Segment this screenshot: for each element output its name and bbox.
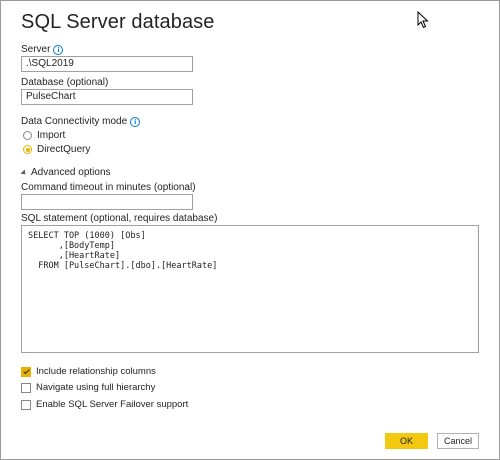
expand-triangle-icon <box>20 168 28 177</box>
ok-button[interactable]: OK <box>385 433 428 449</box>
radio-import-button[interactable] <box>23 131 32 140</box>
server-input[interactable]: .\SQL2019 <box>21 56 193 72</box>
advanced-options-label: Advanced options <box>31 167 111 178</box>
failover-option[interactable]: Enable SQL Server Failover support <box>21 399 188 410</box>
radio-import[interactable]: Import <box>23 130 65 141</box>
info-icon[interactable]: i <box>130 117 141 127</box>
server-label: Server <box>21 44 51 55</box>
full-hierarchy-option[interactable]: Navigate using full hierarchy <box>21 382 155 393</box>
radio-import-label: Import <box>37 130 66 141</box>
radio-directquery[interactable]: DirectQuery <box>23 144 90 155</box>
failover-checkbox[interactable] <box>21 399 31 410</box>
info-icon[interactable]: i <box>53 45 64 55</box>
timeout-input[interactable] <box>21 194 193 210</box>
failover-label: Enable SQL Server Failover support <box>36 399 189 410</box>
database-label: Database (optional) <box>21 77 109 88</box>
full-hierarchy-checkbox[interactable] <box>21 382 31 393</box>
timeout-label: Command timeout in minutes (optional) <box>21 182 196 193</box>
include-relationship-option[interactable]: Include relationship columns <box>21 366 156 377</box>
radio-directquery-label: DirectQuery <box>37 144 91 155</box>
mouse-cursor-icon <box>417 11 429 29</box>
connectivity-label-row: Data Connectivity mode i <box>21 116 141 127</box>
cancel-button[interactable]: Cancel <box>437 433 479 449</box>
sql-statement-textarea[interactable]: SELECT TOP (1000) [Obs] ,[BodyTemp] ,[He… <box>21 225 479 353</box>
server-label-row: Server i <box>21 44 64 55</box>
dialog-title: SQL Server database <box>21 11 215 33</box>
sql-statement-label: SQL statement (optional, requires databa… <box>21 213 218 224</box>
include-relationship-checkbox[interactable] <box>21 366 31 377</box>
sql-server-database-dialog: SQL Server database Server i .\SQL2019 Da… <box>0 0 500 460</box>
connectivity-label: Data Connectivity mode <box>21 116 128 127</box>
database-input[interactable]: PulseChart <box>21 89 193 105</box>
radio-directquery-button[interactable] <box>23 145 32 154</box>
include-relationship-label: Include relationship columns <box>36 366 156 377</box>
full-hierarchy-label: Navigate using full hierarchy <box>36 382 156 393</box>
advanced-options-toggle[interactable]: Advanced options <box>20 167 111 178</box>
